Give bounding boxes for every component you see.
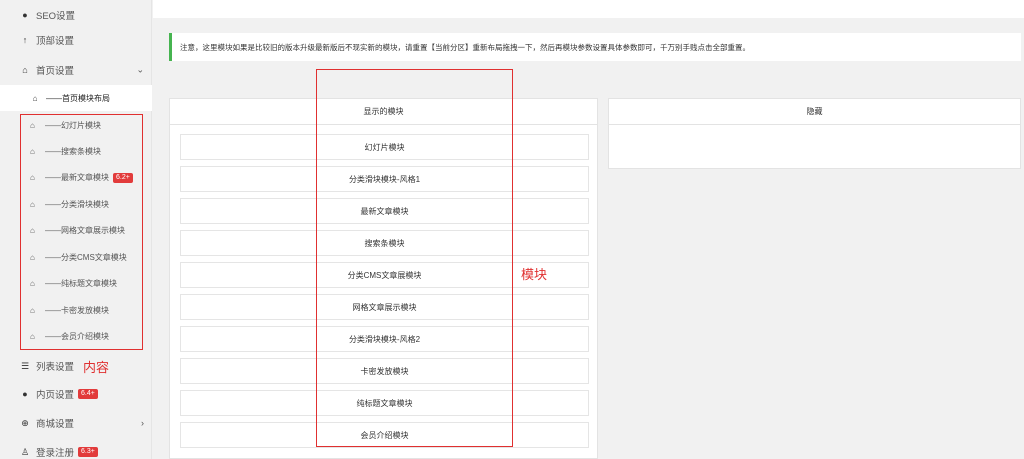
module-item[interactable]: 搜索条模块 [180, 230, 589, 256]
hidden-modules-panel[interactable]: 隐藏 [608, 98, 1021, 169]
top-bar [153, 0, 1024, 18]
version-badge: 6.3+ [78, 447, 98, 457]
sidebar-item-inner-page[interactable]: ● 内页设置 6.4+ [0, 379, 152, 409]
version-badge: 6.2+ [113, 172, 133, 183]
home-icon: ⌂ [30, 332, 35, 341]
sidebar-item-label: 顶部设置 [36, 36, 75, 47]
module-item[interactable]: 卡密发放模块 [180, 358, 589, 384]
module-item[interactable]: 纯标题文章模块 [180, 390, 589, 416]
home-icon: ⌂ [30, 253, 35, 262]
home-icon: ⌂ [30, 147, 35, 156]
sidebar-item-label: 登录注册 [36, 448, 75, 459]
sidebar-subitem-title-only[interactable]: ⌂ ——纯标题文章模块 [0, 270, 152, 297]
home-icon: ⌂ [22, 65, 28, 75]
sidebar-subitem-member[interactable]: ⌂ ——会员介绍模块 [0, 323, 152, 350]
sidebar-subitem-category-slider[interactable]: ⌂ ——分类滑块模块 [0, 191, 152, 218]
sidebar-item-home[interactable]: ⌂ 首页设置 ⌄ [0, 55, 152, 85]
home-icon: ⌂ [30, 200, 35, 209]
home-icon: ⌂ [30, 226, 35, 235]
arrow-up-icon: ↑ [22, 35, 28, 45]
sidebar-subitem-label: ——网格文章展示模块 [45, 226, 125, 235]
sidebar-item-label: 首页设置 [36, 66, 75, 77]
home-icon: ⌂ [30, 306, 35, 315]
module-annotation: 模块 [521, 268, 548, 283]
sidebar-item-top[interactable]: ↑ 顶部设置 [0, 25, 152, 55]
main-content: 注意，这里模块如果是比较旧的版本升级最新版后不现实新的模块，请重置【当前分区】重… [153, 0, 1024, 459]
sidebar-subitem-label: ——纯标题文章模块 [45, 279, 117, 288]
sidebar-subitem-cms[interactable]: ⌂ ——分类CMS文章模块 [0, 244, 152, 271]
sidebar-item-home-layout[interactable]: ⌂ ——首页模块布局 [0, 85, 152, 111]
sidebar-item-shop[interactable]: ⊕ 商城设置 › [0, 408, 152, 438]
module-item[interactable]: 幻灯片模块 [180, 134, 589, 160]
sidebar-item-list[interactable]: ☰ 列表设置 [0, 351, 152, 381]
module-item[interactable]: 最新文章模块 [180, 198, 589, 224]
module-item[interactable]: 网格文章展示模块 [180, 294, 589, 320]
sidebar-item-login[interactable]: ♙ 登录注册 6.3+ [0, 437, 152, 459]
sidebar-item-label: ——首页模块布局 [46, 93, 110, 103]
chevron-right-icon: › [141, 418, 144, 428]
sidebar-subitem-label: ——会员介绍模块 [45, 332, 109, 341]
notice-banner: 注意，这里模块如果是比较旧的版本升级最新版后不现实新的模块，请重置【当前分区】重… [169, 33, 1021, 61]
sidebar-subitem-slider[interactable]: ⌂ ——幻灯片模块 [0, 112, 152, 139]
home-icon: ⌂ [30, 173, 35, 182]
sidebar: ● SEO设置 ↑ 顶部设置 ⌂ 首页设置 ⌄ ⌂ ——首页模块布局 ⌂ ——幻… [0, 0, 152, 459]
panel-title: 隐藏 [609, 99, 1020, 125]
sidebar-subitem-label: ——卡密发放模块 [45, 306, 109, 315]
chevron-down-icon: ⌄ [136, 64, 144, 75]
panel-title: 显示的模块 [170, 99, 597, 125]
sidebar-subitem-search[interactable]: ⌂ ——搜索条模块 [0, 138, 152, 165]
module-item[interactable]: 分类滑块模块-风格1 [180, 166, 589, 192]
sidebar-subitem-label: ——分类滑块模块 [45, 200, 109, 209]
module-item[interactable]: 会员介绍模块 [180, 422, 589, 448]
sidebar-subitem-label: ——搜索条模块 [45, 147, 101, 156]
sidebar-item-label: SEO设置 [36, 11, 76, 22]
sidebar-subitem-label: ——分类CMS文章模块 [45, 253, 127, 262]
sidebar-subitem-label: ——幻灯片模块 [45, 121, 101, 130]
home-icon: ⌂ [30, 121, 35, 130]
circle-icon: ● [22, 10, 28, 20]
version-badge: 6.4+ [78, 389, 98, 399]
home-icon: ⌂ [32, 93, 38, 103]
list-icon: ☰ [20, 360, 30, 371]
content-annotation: 内容 [83, 361, 110, 376]
circle-icon: ● [22, 389, 28, 399]
home-icon: ⌂ [30, 279, 35, 288]
module-item[interactable]: 分类滑块模块-风格2 [180, 326, 589, 352]
sidebar-subitem-card[interactable]: ⌂ ——卡密发放模块 [0, 297, 152, 324]
sidebar-item-label: 内页设置 [36, 390, 75, 401]
sidebar-subitem-latest[interactable]: ⌂ ——最新文章模块 6.2+ [0, 164, 152, 191]
sidebar-item-label: 商城设置 [36, 419, 75, 430]
sidebar-item-label: 列表设置 [36, 362, 75, 373]
sidebar-subitem-grid[interactable]: ⌂ ——网格文章展示模块 [0, 217, 152, 244]
sidebar-subitem-label: ——最新文章模块 [45, 173, 109, 182]
plus-circle-icon: ⊕ [21, 417, 29, 428]
user-icon: ♙ [20, 446, 30, 457]
